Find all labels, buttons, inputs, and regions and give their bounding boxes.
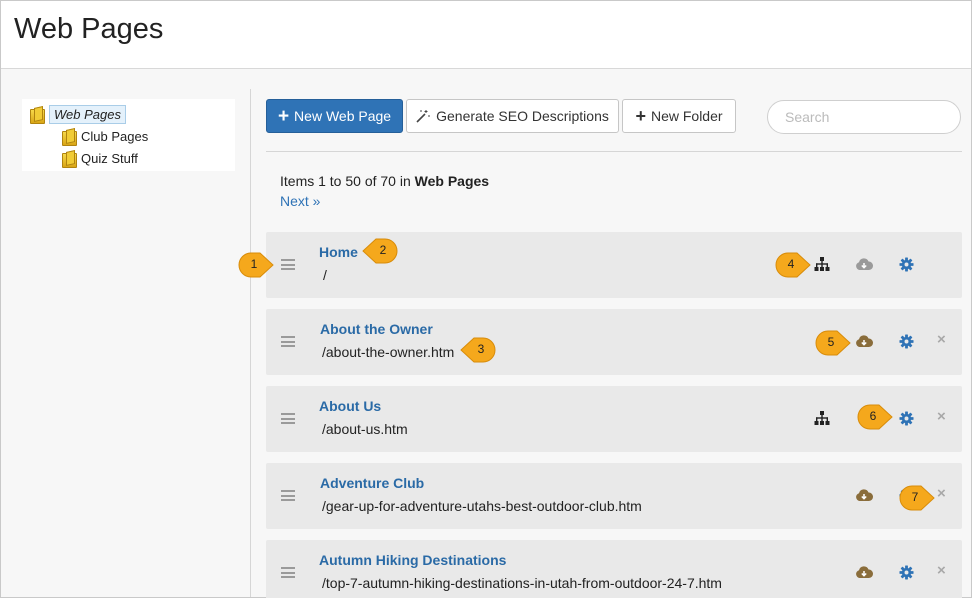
cloud-download-icon[interactable] — [855, 333, 873, 349]
table-row: Adventure Club /gear-up-for-adventure-ut… — [266, 463, 962, 529]
tree-item-label: Web Pages — [49, 104, 126, 124]
drag-handle-icon[interactable] — [281, 413, 295, 424]
items-count-text: Items 1 to 50 of 70 in — [280, 173, 415, 189]
drag-handle-icon[interactable] — [281, 490, 295, 501]
panel-divider — [250, 89, 251, 597]
callout-badge-3: 3 — [460, 337, 496, 363]
page-header: Web Pages — [1, 1, 971, 69]
folder-icon — [62, 151, 77, 168]
page-url: /about-the-owner.htm — [322, 344, 455, 360]
page-url: /top-7-autumn-hiking-destinations-in-uta… — [322, 575, 722, 591]
callout-number: 3 — [477, 342, 485, 356]
callout-badge-5: 5 — [815, 330, 851, 356]
callout-number: 4 — [787, 257, 795, 271]
generate-seo-button[interactable]: Generate SEO Descriptions — [406, 99, 619, 133]
callout-number: 5 — [827, 335, 835, 349]
folder-icon — [30, 107, 45, 124]
main-area: Web Pages Club Pages Quiz Stuff + New We… — [1, 69, 971, 598]
close-icon[interactable]: × — [937, 563, 946, 578]
cloud-download-icon[interactable] — [855, 564, 873, 580]
close-icon[interactable]: × — [937, 332, 946, 347]
cloud-download-icon[interactable] — [855, 256, 873, 272]
tree-item-label: Club Pages — [81, 128, 149, 144]
magic-wand-icon — [416, 109, 430, 123]
callout-badge-4: 4 — [775, 252, 811, 278]
close-icon[interactable]: × — [937, 486, 946, 501]
cloud-download-icon[interactable] — [855, 487, 873, 503]
page-title-link[interactable]: Adventure Club — [320, 475, 424, 491]
search-input[interactable] — [767, 100, 961, 134]
folder-tree: Web Pages Club Pages Quiz Stuff — [22, 99, 235, 171]
gear-icon[interactable] — [897, 256, 915, 272]
callout-badge-2: 2 — [362, 238, 398, 264]
callout-badge-7: 7 — [899, 485, 935, 511]
page-title-link[interactable]: About the Owner — [320, 321, 433, 337]
tree-item-label: Quiz Stuff — [81, 150, 138, 166]
tree-item-club-pages[interactable]: Club Pages — [62, 126, 148, 146]
callout-number: 2 — [379, 243, 387, 257]
tree-item-quiz-stuff[interactable]: Quiz Stuff — [62, 148, 138, 168]
drag-handle-icon[interactable] — [281, 259, 295, 270]
table-row: Autumn Hiking Destinations /top-7-autumn… — [266, 540, 962, 598]
gear-icon[interactable] — [897, 333, 915, 349]
toolbar-divider — [266, 151, 962, 152]
page-url: /about-us.htm — [322, 421, 408, 437]
plus-icon: + — [277, 105, 290, 127]
items-count: Items 1 to 50 of 70 in Web Pages — [280, 173, 489, 189]
plus-icon: + — [635, 106, 646, 126]
page-url: / — [323, 267, 327, 283]
sitemap-icon[interactable] — [813, 256, 831, 272]
callout-number: 1 — [250, 257, 258, 271]
page-title-link[interactable]: Home — [319, 244, 358, 260]
close-icon[interactable]: × — [937, 409, 946, 424]
sitemap-icon[interactable] — [813, 410, 831, 426]
drag-handle-icon[interactable] — [281, 567, 295, 578]
table-row: About the Owner /about-the-owner.htm × — [266, 309, 962, 375]
next-page-link[interactable]: Next » — [280, 193, 320, 209]
folder-icon — [62, 129, 77, 146]
callout-badge-1: 1 — [238, 252, 274, 278]
gear-icon[interactable] — [897, 410, 915, 426]
callout-number: 6 — [869, 409, 877, 423]
page-title-link[interactable]: Autumn Hiking Destinations — [319, 552, 506, 568]
page-title-link[interactable]: About Us — [319, 398, 381, 414]
button-label: New Folder — [650, 108, 723, 124]
items-folder-name: Web Pages — [414, 173, 490, 189]
callout-badge-6: 6 — [857, 404, 893, 430]
callout-number: 7 — [911, 490, 919, 504]
gear-icon[interactable] — [897, 564, 915, 580]
button-label: Generate SEO Descriptions — [436, 108, 609, 124]
button-label: New Web Page — [294, 108, 392, 124]
new-folder-button[interactable]: + New Folder — [622, 99, 736, 133]
page-title: Web Pages — [14, 13, 164, 45]
page-url: /gear-up-for-adventure-utahs-best-outdoo… — [322, 498, 642, 514]
drag-handle-icon[interactable] — [281, 336, 295, 347]
new-web-page-button[interactable]: + New Web Page — [266, 99, 403, 133]
tree-item-web-pages[interactable]: Web Pages — [30, 104, 126, 124]
